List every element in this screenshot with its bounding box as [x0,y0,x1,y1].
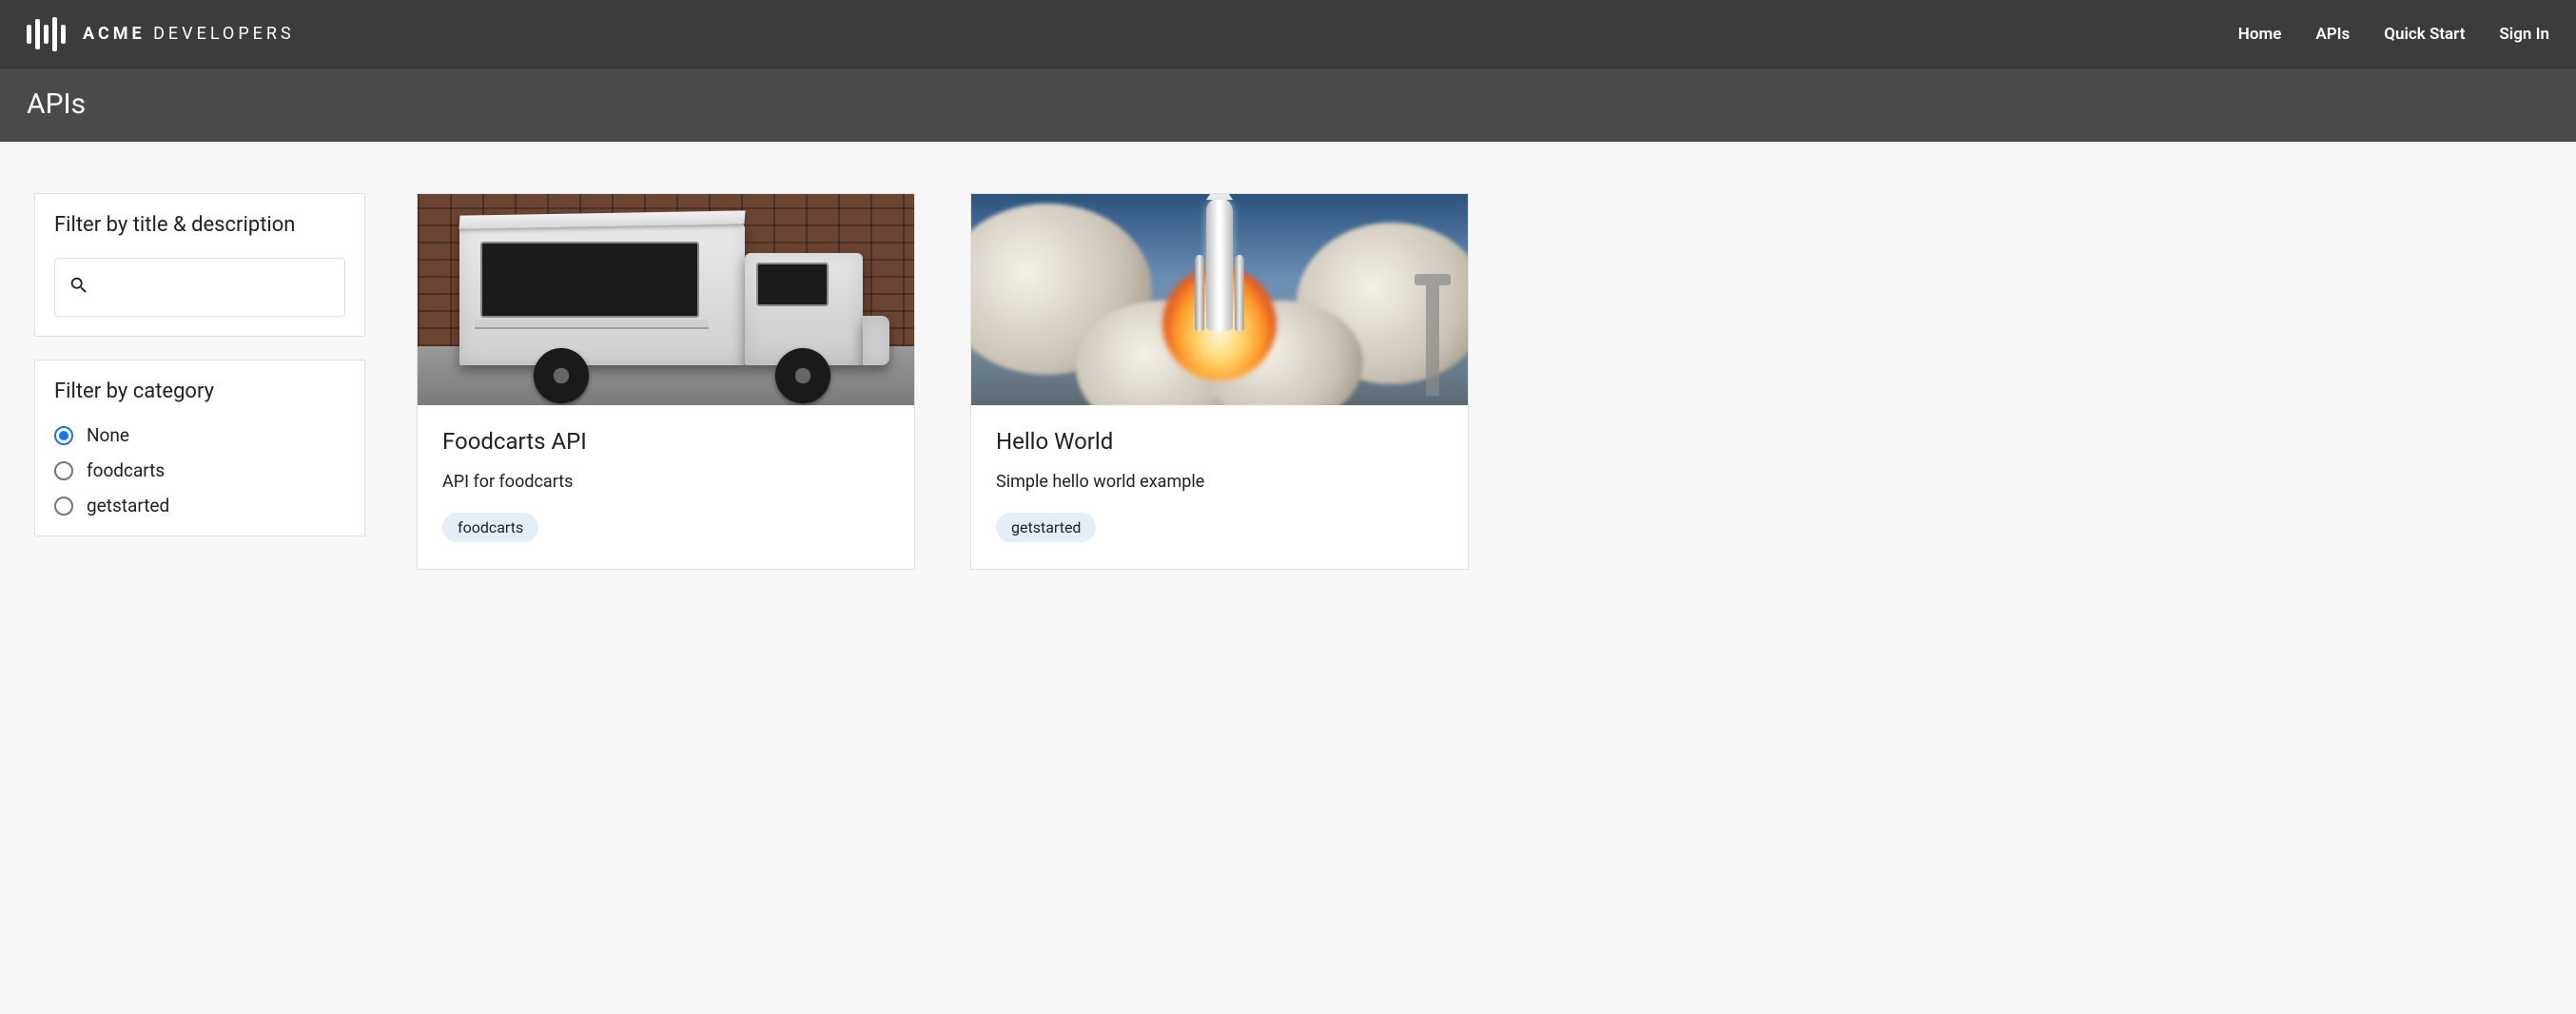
brand-logo-icon [27,17,66,51]
card-body: Hello World Simple hello world example g… [971,405,1468,569]
brand-name: ACME DEVELOPERS [83,24,295,44]
api-card-foodcarts[interactable]: Foodcarts API API for foodcarts foodcart… [417,193,915,570]
nav-links: Home APIs Quick Start Sign In [2238,25,2549,44]
category-radio-list: None foodcarts getstarted [54,424,345,517]
nav-quickstart[interactable]: Quick Start [2384,25,2465,44]
filter-category-card: Filter by category None foodcarts getsta… [34,360,365,536]
rocket-launch-illustration [971,194,1468,405]
radio-icon [54,461,73,480]
category-radio-none[interactable]: None [54,424,345,446]
search-icon [68,275,89,300]
page-header: APIs [0,68,2576,142]
card-image [971,194,1468,405]
category-radio-getstarted[interactable]: getstarted [54,495,345,517]
radio-icon [54,497,73,516]
brand[interactable]: ACME DEVELOPERS [27,17,295,51]
nav-apis[interactable]: APIs [2315,25,2350,44]
radio-label: None [87,424,129,446]
main-content: Filter by title & description Filter by … [0,142,2576,621]
card-image [418,194,914,405]
category-radio-foodcarts[interactable]: foodcarts [54,459,345,481]
card-description: API for foodcarts [442,472,889,492]
filter-text-title: Filter by title & description [54,213,345,237]
nav-signin[interactable]: Sign In [2499,25,2549,44]
api-card-hello-world[interactable]: Hello World Simple hello world example g… [970,193,1469,570]
nav-home[interactable]: Home [2238,25,2282,44]
card-tags: getstarted [996,513,1443,542]
api-card-grid: Foodcarts API API for foodcarts foodcart… [417,193,2542,570]
card-title: Hello World [996,428,1443,455]
filter-text-card: Filter by title & description [34,193,365,337]
card-tags: foodcarts [442,513,889,542]
card-body: Foodcarts API API for foodcarts foodcart… [418,405,914,569]
tag-getstarted[interactable]: getstarted [996,513,1096,542]
filter-category-title: Filter by category [54,380,345,403]
radio-label: foodcarts [87,459,165,481]
search-box[interactable] [54,258,345,317]
search-input[interactable] [99,279,331,296]
radio-icon [54,426,73,445]
top-nav: ACME DEVELOPERS Home APIs Quick Start Si… [0,0,2576,68]
food-truck-illustration [418,194,914,405]
filters-sidebar: Filter by title & description Filter by … [34,193,365,536]
page-title: APIs [27,88,2549,121]
card-title: Foodcarts API [442,428,889,455]
card-description: Simple hello world example [996,472,1443,492]
radio-label: getstarted [87,495,169,517]
tag-foodcarts[interactable]: foodcarts [442,513,538,542]
